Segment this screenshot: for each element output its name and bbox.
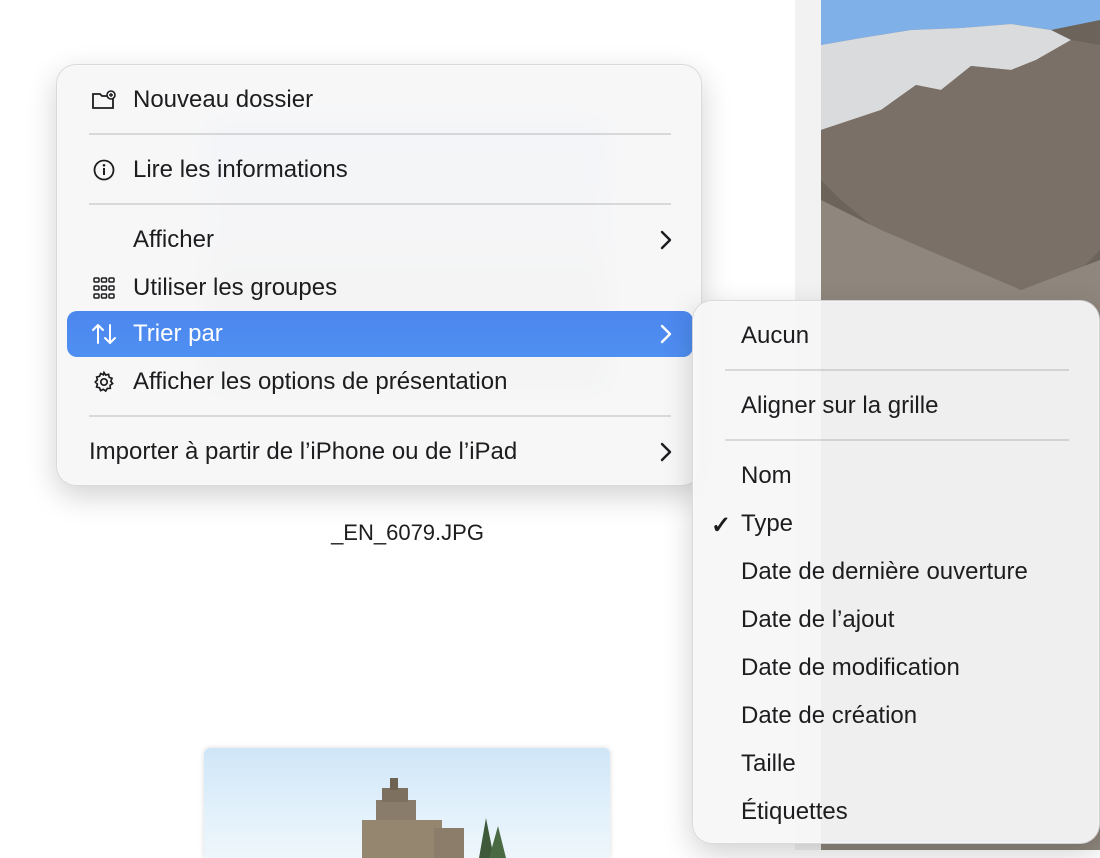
sort-option-date-created[interactable]: Date de création bbox=[703, 693, 1091, 739]
new-folder-icon bbox=[91, 88, 117, 112]
menu-item-import-from-iphone[interactable]: Importer à partir de l’iPhone ou de l’iP… bbox=[67, 429, 693, 475]
menu-item-label: Utiliser les groupes bbox=[133, 274, 338, 301]
sort-option-date-modified[interactable]: Date de modification bbox=[703, 645, 1091, 691]
gear-icon bbox=[91, 370, 117, 394]
menu-item-label: Date de modification bbox=[741, 654, 960, 681]
menu-item-label: Étiquettes bbox=[741, 798, 848, 825]
menu-item-label: Date de création bbox=[741, 702, 918, 729]
chevron-right-icon bbox=[660, 230, 672, 250]
menu-separator bbox=[89, 133, 671, 135]
menu-item-sort-by[interactable]: Trier par bbox=[67, 311, 693, 357]
info-icon bbox=[91, 158, 117, 182]
sort-option-tags[interactable]: Étiquettes bbox=[703, 789, 1091, 835]
menu-item-view-options[interactable]: Afficher les options de présentation bbox=[67, 359, 693, 405]
menu-separator bbox=[725, 369, 1069, 371]
sort-option-size[interactable]: Taille bbox=[703, 741, 1091, 787]
menu-item-get-info[interactable]: Lire les informations bbox=[67, 147, 693, 193]
sort-option-kind[interactable]: ✓ Type bbox=[703, 501, 1091, 547]
menu-item-label: Afficher bbox=[133, 226, 214, 253]
sort-option-name[interactable]: Nom bbox=[703, 453, 1091, 499]
image-thumbnail-castle[interactable] bbox=[204, 748, 610, 858]
menu-separator bbox=[89, 415, 671, 417]
menu-item-label: Importer à partir de l’iPhone ou de l’iP… bbox=[89, 438, 518, 465]
sort-option-none[interactable]: Aucun bbox=[703, 313, 1091, 359]
chevron-right-icon bbox=[660, 324, 672, 344]
menu-item-label: Nom bbox=[741, 462, 792, 489]
checkmark-icon: ✓ bbox=[711, 512, 732, 539]
menu-item-label: Type bbox=[741, 510, 794, 537]
menu-item-label: Afficher les options de présentation bbox=[133, 368, 508, 395]
menu-item-use-groups[interactable]: Utiliser les groupes bbox=[67, 265, 693, 311]
menu-separator bbox=[89, 203, 671, 205]
menu-item-label: Aligner sur la grille bbox=[741, 392, 939, 419]
menu-item-show[interactable]: Afficher bbox=[67, 217, 693, 263]
sort-option-snap-to-grid[interactable]: Aligner sur la grille bbox=[703, 383, 1091, 429]
chevron-right-icon bbox=[660, 442, 672, 462]
menu-item-label: Date de l’ajout bbox=[741, 606, 895, 633]
sort-arrows-icon bbox=[91, 322, 117, 346]
sort-by-submenu: Aucun Aligner sur la grille Nom ✓ Type D… bbox=[692, 300, 1100, 844]
menu-item-label: Aucun bbox=[741, 322, 810, 349]
menu-item-label: Lire les informations bbox=[133, 156, 348, 183]
menu-item-label: Trier par bbox=[133, 320, 223, 347]
context-menu: Nouveau dossier Lire les informations Af… bbox=[56, 64, 702, 486]
grid-icon bbox=[91, 276, 117, 300]
menu-item-label: Date de dernière ouverture bbox=[741, 558, 1028, 585]
menu-item-new-folder[interactable]: Nouveau dossier bbox=[67, 77, 693, 123]
sort-option-date-added[interactable]: Date de l’ajout bbox=[703, 597, 1091, 643]
sort-option-date-last-opened[interactable]: Date de dernière ouverture bbox=[703, 549, 1091, 595]
menu-separator bbox=[725, 439, 1069, 441]
menu-item-label: Taille bbox=[741, 750, 796, 777]
menu-item-label: Nouveau dossier bbox=[133, 86, 314, 113]
